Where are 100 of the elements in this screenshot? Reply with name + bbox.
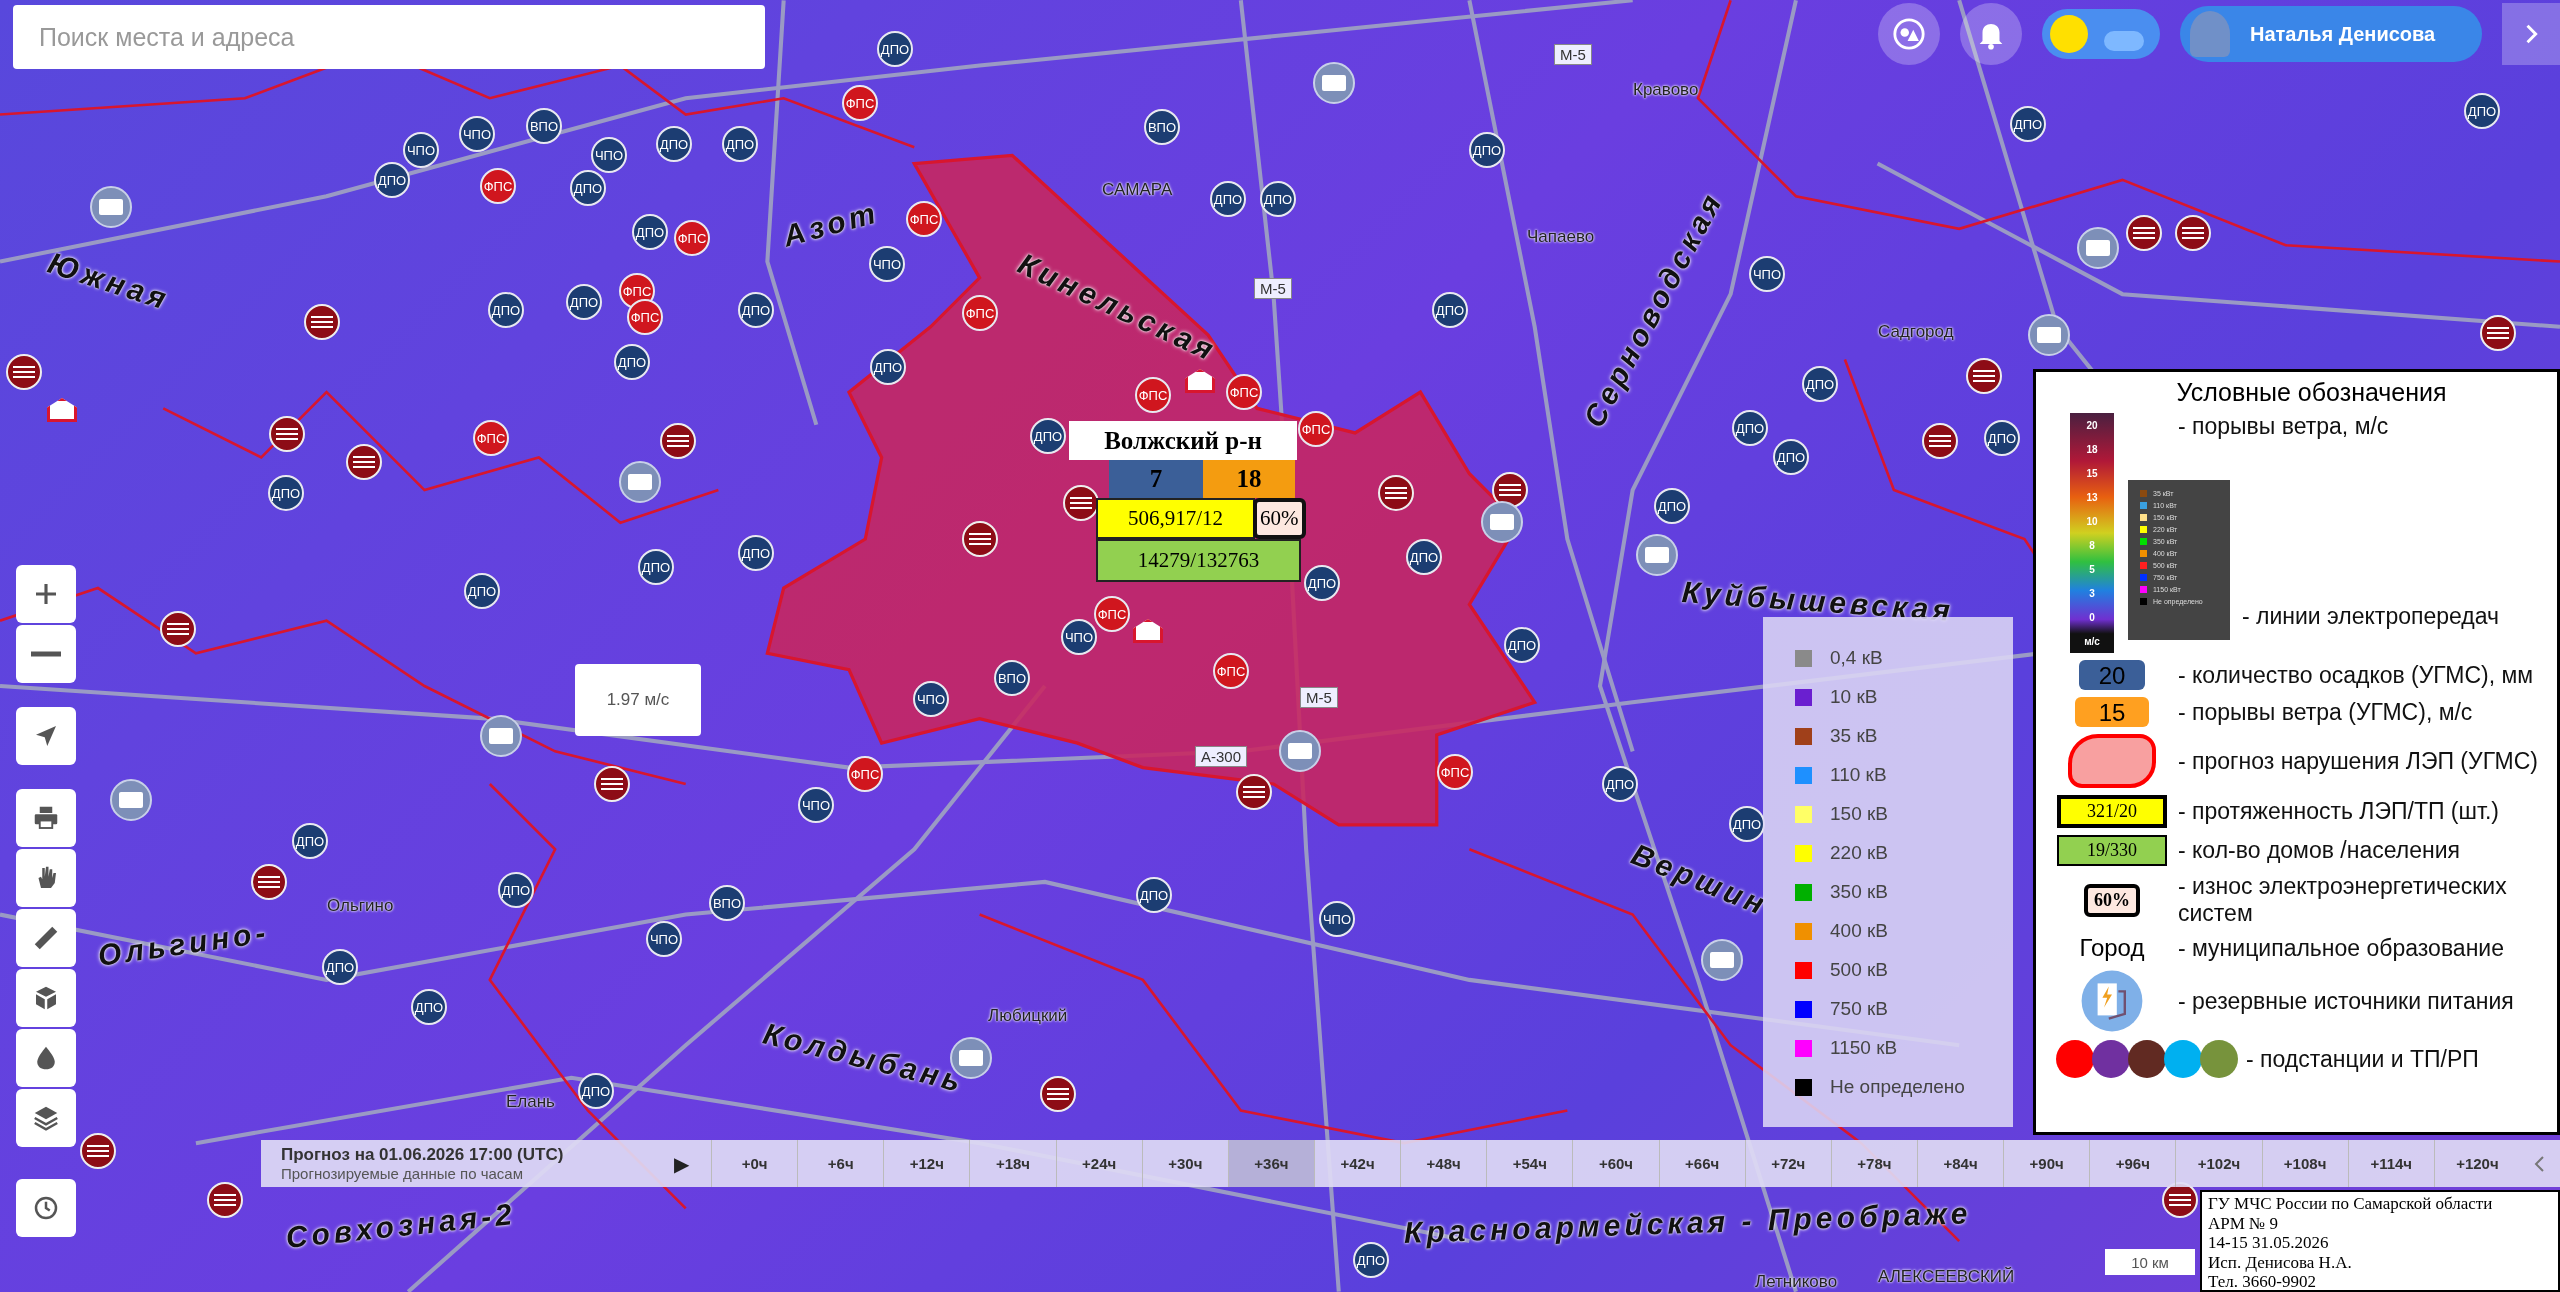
station-marker[interactable]: ДПО	[374, 162, 410, 198]
emblem-marker[interactable]	[660, 423, 696, 459]
station-marker[interactable]: ФПС	[627, 299, 663, 335]
station-marker[interactable]: ДПО	[570, 170, 606, 206]
station-marker[interactable]: ФПС	[480, 168, 516, 204]
station-marker[interactable]: ЧПО	[591, 137, 627, 173]
emblem-marker[interactable]	[6, 354, 42, 390]
station-marker[interactable]: ЧПО	[646, 921, 682, 957]
time-step-tab[interactable]: +102ч	[2175, 1140, 2262, 1187]
emblem-marker[interactable]	[269, 416, 305, 452]
station-marker[interactable]: ФПС	[847, 756, 883, 792]
generator-icon[interactable]	[90, 186, 132, 228]
emblem-marker[interactable]	[1236, 774, 1272, 810]
station-marker[interactable]: ЧПО	[459, 116, 495, 152]
time-step-tab[interactable]: +114ч	[2347, 1140, 2434, 1187]
station-marker[interactable]: ДПО	[488, 292, 524, 328]
station-marker[interactable]: ДПО	[1729, 806, 1765, 842]
station-marker[interactable]: ДПО	[1802, 366, 1838, 402]
station-marker[interactable]: ВПО	[709, 885, 745, 921]
generator-icon[interactable]	[1313, 62, 1355, 104]
emblem-marker[interactable]	[207, 1182, 243, 1218]
station-marker[interactable]: ФПС	[1437, 754, 1473, 790]
emblem-marker[interactable]	[1966, 358, 2002, 394]
station-marker[interactable]: ЧПО	[1319, 901, 1355, 937]
station-marker[interactable]: ФПС	[1298, 411, 1334, 447]
station-marker[interactable]: ДПО	[738, 535, 774, 571]
station-marker[interactable]: ДПО	[632, 214, 668, 250]
station-marker[interactable]: ЧПО	[798, 787, 834, 823]
print-button[interactable]	[16, 789, 76, 847]
generator-icon[interactable]	[619, 461, 661, 503]
locate-button[interactable]	[16, 707, 76, 765]
station-marker[interactable]: ФПС	[842, 85, 878, 121]
emblem-marker[interactable]	[2175, 215, 2211, 251]
time-step-tab[interactable]: +72ч	[1744, 1140, 1831, 1187]
ruler-button[interactable]	[16, 909, 76, 967]
generator-icon[interactable]	[110, 779, 152, 821]
user-button[interactable]: Наталья Денисова	[2180, 6, 2482, 62]
time-step-tab[interactable]: +48ч	[1400, 1140, 1487, 1187]
emblem-marker[interactable]	[2480, 315, 2516, 351]
station-marker[interactable]: ДПО	[738, 292, 774, 328]
station-marker[interactable]: ДПО	[322, 949, 358, 985]
cube-button[interactable]	[16, 969, 76, 1027]
station-marker[interactable]: ВПО	[1144, 109, 1180, 145]
station-marker[interactable]: ЧПО	[869, 246, 905, 282]
emblem-marker[interactable]	[346, 444, 382, 480]
emblem-marker[interactable]	[80, 1133, 116, 1169]
station-marker[interactable]: ДПО	[578, 1073, 614, 1109]
time-step-tab[interactable]: +90ч	[2003, 1140, 2090, 1187]
time-step-tab[interactable]: +18ч	[969, 1140, 1056, 1187]
time-step-tab[interactable]: +12ч	[883, 1140, 970, 1187]
emblem-marker[interactable]	[1040, 1076, 1076, 1112]
pointer-button[interactable]	[16, 849, 76, 907]
emblem-marker[interactable]	[1922, 423, 1958, 459]
emblem-marker[interactable]	[160, 611, 196, 647]
station-marker[interactable]: ДПО	[566, 284, 602, 320]
station-marker[interactable]: ДПО	[268, 475, 304, 511]
station-marker[interactable]: ДПО	[1654, 488, 1690, 524]
station-marker[interactable]: ДПО	[722, 126, 758, 162]
station-marker[interactable]: ДПО	[1602, 766, 1638, 802]
station-marker[interactable]: ДПО	[1260, 181, 1296, 217]
notifications-button[interactable]	[1960, 3, 2022, 65]
time-step-tab[interactable]: +60ч	[1572, 1140, 1659, 1187]
station-marker[interactable]: ДПО	[638, 549, 674, 585]
station-marker[interactable]: ДПО	[2010, 106, 2046, 142]
emblem-marker[interactable]	[1492, 472, 1528, 508]
history-button[interactable]	[16, 1179, 76, 1237]
time-step-tab[interactable]: +120ч	[2433, 1140, 2520, 1187]
station-marker[interactable]: ДПО	[1984, 420, 2020, 456]
time-step-tab[interactable]: +6ч	[797, 1140, 884, 1187]
station-marker[interactable]: ДПО	[656, 126, 692, 162]
station-marker[interactable]: ДПО	[1504, 627, 1540, 663]
station-marker[interactable]: ДПО	[1732, 410, 1768, 446]
time-step-tab[interactable]: +84ч	[1916, 1140, 2004, 1187]
emblem-marker[interactable]	[594, 766, 630, 802]
station-marker[interactable]: ДПО	[2464, 93, 2500, 129]
generator-icon[interactable]	[2028, 314, 2070, 356]
station-marker[interactable]: ДПО	[877, 31, 913, 67]
time-step-tab[interactable]: +54ч	[1486, 1140, 1573, 1187]
time-step-tab[interactable]: +66ч	[1658, 1140, 1745, 1187]
map-background[interactable]	[0, 0, 2560, 1292]
play-button[interactable]: ▶	[651, 1140, 711, 1187]
station-marker[interactable]: ДПО	[1210, 181, 1246, 217]
emblem-marker[interactable]	[2126, 215, 2162, 251]
station-marker[interactable]: ДПО	[1773, 439, 1809, 475]
station-marker[interactable]: ДПО	[1136, 877, 1172, 913]
house-icon[interactable]	[47, 398, 77, 422]
drop-button[interactable]	[16, 1029, 76, 1087]
generator-icon[interactable]	[2077, 227, 2119, 269]
time-step-tab[interactable]: +30ч	[1141, 1140, 1228, 1187]
station-marker[interactable]: ДПО	[1432, 292, 1468, 328]
time-step-tab[interactable]: +108ч	[2261, 1140, 2348, 1187]
station-marker[interactable]: ДПО	[464, 573, 500, 609]
time-step-tab[interactable]: +24ч	[1055, 1140, 1142, 1187]
emblem-marker[interactable]	[251, 864, 287, 900]
time-step-tab[interactable]: +36ч	[1227, 1140, 1314, 1187]
zoom-out-button[interactable]	[16, 625, 76, 683]
zoom-in-button[interactable]	[16, 565, 76, 623]
station-marker[interactable]: ДПО	[1353, 1242, 1389, 1278]
emblem-marker[interactable]	[304, 304, 340, 340]
station-marker[interactable]: ДПО	[614, 344, 650, 380]
